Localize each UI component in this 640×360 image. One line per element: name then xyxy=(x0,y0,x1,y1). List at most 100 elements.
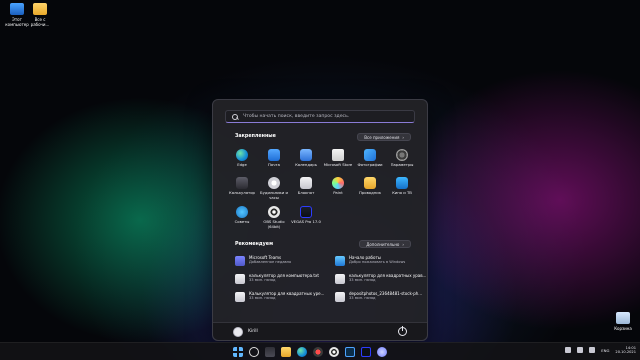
input-language[interactable]: ENG xyxy=(601,348,609,353)
edge-icon[interactable] xyxy=(297,347,307,357)
network-icon[interactable] xyxy=(577,347,584,354)
vegas-icon xyxy=(300,206,312,218)
document-icon xyxy=(335,274,345,284)
file-explorer-icon[interactable] xyxy=(281,347,291,357)
app-label: Почта xyxy=(268,162,280,167)
recommended-subtitle-text: 33 мин. назад xyxy=(249,278,276,282)
alarm-icon xyxy=(268,177,280,189)
tips-icon xyxy=(236,206,248,218)
recommended-subtitle-text: Добавленное недавно xyxy=(249,260,292,264)
document-icon xyxy=(235,274,245,284)
app-label: Paint xyxy=(333,190,343,195)
power-icon[interactable] xyxy=(398,326,407,336)
settings-icon xyxy=(396,149,408,161)
app-label: Калькулятор xyxy=(229,190,255,195)
document-icon xyxy=(335,292,345,302)
start-menu-footer: Kirill xyxy=(213,322,427,340)
vegas-icon[interactable] xyxy=(361,347,371,357)
obs-icon[interactable] xyxy=(329,347,339,357)
app-label: Советы xyxy=(234,219,250,224)
pinned-app-mail[interactable]: Почта xyxy=(257,149,291,168)
avatar[interactable] xyxy=(233,327,243,337)
recommended-item[interactable]: Microsoft Teams Добавленное недавно xyxy=(235,255,331,271)
desktop-icon-recycle-bin[interactable]: Корзина xyxy=(608,312,638,331)
app-label: Edge xyxy=(237,162,247,167)
pinned-title: Закрепленные xyxy=(235,134,276,139)
teams-icon xyxy=(235,256,245,266)
app-label: Блокнот xyxy=(297,190,315,195)
pinned-app-vegas[interactable]: VEGAS Pro 17.0 xyxy=(289,206,323,225)
pinned-app-photos[interactable]: Фотографии xyxy=(353,149,387,168)
more-button[interactable]: Дополнительно › xyxy=(359,240,411,248)
recommended-item[interactable]: калькулятор для квадратных урав... 33 ми… xyxy=(335,273,431,289)
recommended-item[interactable]: Калькулятор для квадратных уре... 33 мин… xyxy=(235,291,331,307)
search-placeholder: Чтобы начать поиск, введите запрос здесь… xyxy=(243,114,350,119)
pinned-app-notepad[interactable]: Блокнот xyxy=(289,177,323,196)
windows-start-icon[interactable] xyxy=(233,347,243,357)
app-label: Кино и ТВ xyxy=(392,190,412,195)
task-view-icon[interactable] xyxy=(265,347,275,357)
get-started-icon xyxy=(335,256,345,266)
calculator-icon xyxy=(236,177,248,189)
app-label: VEGAS Pro 17.0 xyxy=(291,219,321,224)
pinned-app-edge[interactable]: Edge xyxy=(225,149,259,168)
app-label: Microsoft Store xyxy=(323,162,353,167)
mail-icon xyxy=(268,149,280,161)
pc-icon xyxy=(10,3,24,15)
record-icon[interactable] xyxy=(313,347,323,357)
app-label: Фотографии xyxy=(357,162,383,167)
store-icon xyxy=(332,149,344,161)
pinned-app-movies[interactable]: Кино и ТВ xyxy=(385,177,419,196)
obs-icon xyxy=(268,206,280,218)
recommended-item[interactable]: depositphotos_23648481-stock-ph... 33 ми… xyxy=(335,291,431,307)
app-label: Параметры xyxy=(390,162,414,167)
photoshop-icon[interactable] xyxy=(345,347,355,357)
search-icon xyxy=(232,113,238,120)
pinned-app-tips[interactable]: Советы xyxy=(225,206,259,225)
clock[interactable]: 14:01 20.10.2021 xyxy=(615,346,636,354)
recommended-subtitle-text: Добро пожаловать в Windows xyxy=(349,260,406,264)
pinned-app-obs[interactable]: OBS Studio (64bit) xyxy=(257,206,291,229)
search-icon[interactable] xyxy=(249,347,259,357)
desktop-icon-folder[interactable]: Все с рабочи... xyxy=(25,3,55,27)
search-box[interactable]: Чтобы начать поиск, введите запрос здесь… xyxy=(225,110,415,123)
taskbar: ENG 14:01 20.10.2021 xyxy=(0,342,640,360)
desktop-icon-label: Корзина xyxy=(614,326,632,331)
system-tray: ENG 14:01 20.10.2021 xyxy=(565,346,636,354)
pinned-app-explorer[interactable]: Проводник xyxy=(353,177,387,196)
pinned-app-settings[interactable]: Параметры xyxy=(385,149,419,168)
recommended-subtitle-text: 33 мин. назад xyxy=(349,278,376,282)
app-label: Календарь xyxy=(295,162,317,167)
all-apps-button[interactable]: Все приложения › xyxy=(357,133,411,141)
chevron-right-icon: › xyxy=(402,241,404,247)
pinned-app-alarms[interactable]: Будильники и часы xyxy=(257,177,291,200)
user-name[interactable]: Kirill xyxy=(248,329,258,334)
calendar-icon xyxy=(300,149,312,161)
recommended-subtitle-text: 33 мин. назад xyxy=(249,296,276,300)
volume-icon[interactable] xyxy=(589,347,596,354)
recommended-item[interactable]: калькулятор для компьютера.txt 33 мин. н… xyxy=(235,273,331,289)
app-label: Будильники и часы xyxy=(260,190,288,200)
paint-icon xyxy=(332,177,344,189)
document-icon xyxy=(235,292,245,302)
clock-date: 20.10.2021 xyxy=(615,350,636,355)
chevron-right-icon: › xyxy=(402,134,404,140)
start-menu: Чтобы начать поиск, введите запрос здесь… xyxy=(212,99,428,341)
explorer-icon xyxy=(364,177,376,189)
app-label: Проводник xyxy=(358,190,382,195)
recycle-bin-icon xyxy=(616,312,630,324)
pinned-app-store[interactable]: Microsoft Store xyxy=(321,149,355,168)
more-label: Дополнительно xyxy=(366,241,400,247)
pinned-app-calculator[interactable]: Калькулятор xyxy=(225,177,259,196)
recommended-subtitle-text: 33 мин. назад xyxy=(349,296,376,300)
recommended-title: Рекомендуем xyxy=(235,242,273,247)
chevron-up-icon[interactable] xyxy=(565,347,572,354)
pinned-app-paint[interactable]: Paint xyxy=(321,177,355,196)
photos-icon xyxy=(364,149,376,161)
recommended-item[interactable]: Начало работы Добро пожаловать в Windows xyxy=(335,255,431,271)
edge-icon xyxy=(236,149,248,161)
app-label: OBS Studio (64bit) xyxy=(263,219,285,229)
notepad-icon xyxy=(300,177,312,189)
app-icon[interactable] xyxy=(377,347,387,357)
pinned-app-calendar[interactable]: Календарь xyxy=(289,149,323,168)
